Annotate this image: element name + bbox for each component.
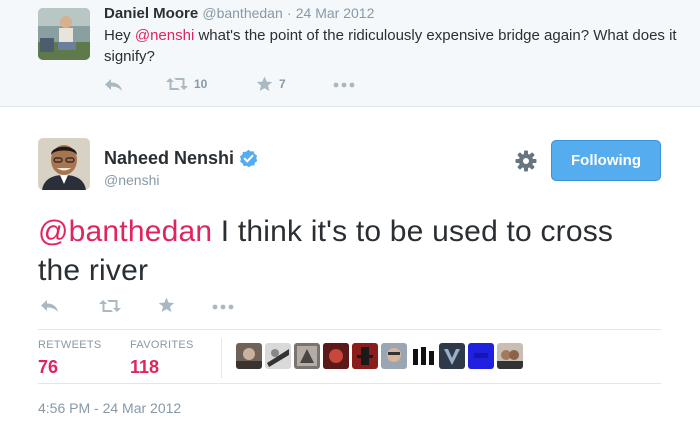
favoriters-avatars [236, 343, 523, 369]
retweets-label: RETWEETS [38, 339, 102, 351]
reply-author-avatar[interactable] [38, 8, 90, 60]
favoriter-avatar[interactable] [381, 343, 407, 369]
favoriter-avatar[interactable] [410, 343, 436, 369]
reply-text-prefix: Hey [104, 27, 135, 44]
stats-vertical-divider [221, 338, 222, 378]
tweet-timestamp[interactable]: 4:56 PM - 24 Mar 2012 [38, 400, 181, 416]
reply-header: Daniel Moore @banthedan · 24 Mar 2012 [104, 5, 374, 22]
reply-author-handle[interactable]: @banthedan [202, 5, 282, 21]
main-mention-link[interactable]: @banthedan [38, 215, 212, 248]
retweet-icon [99, 300, 121, 312]
favoriter-avatar[interactable] [294, 343, 320, 369]
verified-badge-icon [239, 149, 258, 168]
reply-author-name[interactable]: Daniel Moore [104, 5, 198, 22]
favoriter-avatar[interactable] [497, 343, 523, 369]
retweets-stat[interactable]: RETWEETS 76 [38, 339, 102, 378]
retweets-count: 76 [38, 357, 59, 377]
reply-separator: · [286, 5, 292, 21]
retweet-icon [166, 78, 188, 90]
stats-divider-top [38, 329, 661, 330]
main-author-name[interactable]: Naheed Nenshi [104, 148, 234, 169]
reply-favorite-count: 7 [279, 77, 286, 91]
reply-icon [105, 79, 122, 91]
reply-date[interactable]: 24 Mar 2012 [296, 5, 375, 21]
reply-icon [41, 300, 58, 312]
reply-retweet-count: 10 [194, 77, 208, 91]
main-author-avatar[interactable] [38, 138, 90, 190]
favoriter-avatar[interactable] [265, 343, 291, 369]
reply-action-retweet[interactable]: 10 [166, 76, 207, 92]
favorites-label: FAVORITES [130, 339, 194, 351]
favoriter-avatar[interactable] [468, 343, 494, 369]
favoriter-avatar[interactable] [352, 343, 378, 369]
favorite-icon [256, 76, 273, 91]
reply-text: Hey @nenshi what's the point of the ridi… [104, 25, 684, 67]
favoriter-avatar[interactable] [439, 343, 465, 369]
gear-icon[interactable] [515, 150, 537, 172]
main-action-retweet[interactable] [99, 298, 121, 314]
favorite-icon [158, 297, 175, 312]
main-action-more[interactable] [212, 304, 234, 310]
main-actions [38, 296, 338, 318]
reply-action-favorite[interactable]: 7 [256, 76, 286, 92]
main-action-reply[interactable] [40, 299, 59, 313]
stats-divider-bottom [38, 383, 661, 384]
more-icon [212, 304, 234, 310]
main-author-handle[interactable]: @nenshi [104, 172, 159, 188]
favorites-count: 118 [130, 357, 160, 377]
reply-action-reply[interactable] [104, 78, 123, 92]
more-icon [333, 82, 355, 88]
favoriter-avatar[interactable] [236, 343, 262, 369]
reply-tweet[interactable]: Daniel Moore @banthedan · 24 Mar 2012 He… [0, 0, 700, 107]
main-action-favorite[interactable] [158, 297, 175, 313]
favoriter-avatar[interactable] [323, 343, 349, 369]
main-tweet-text: @banthedan I think it's to be used to cr… [38, 212, 658, 290]
main-author-name-row: Naheed Nenshi [104, 148, 258, 169]
following-button[interactable]: Following [551, 140, 661, 181]
favorites-stat[interactable]: FAVORITES 118 [130, 339, 194, 378]
reply-mention-link[interactable]: @nenshi [135, 27, 194, 44]
reply-action-more[interactable] [333, 82, 355, 88]
